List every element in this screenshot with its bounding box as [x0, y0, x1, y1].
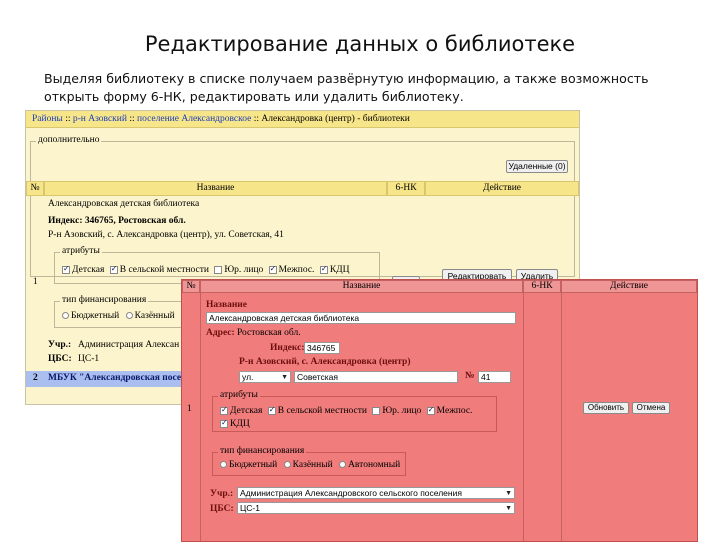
financing-row: Бюджетный Казённый Автономный — [220, 460, 400, 470]
row-number: 1 — [187, 404, 192, 414]
col-header-6nk: 6-НК — [523, 280, 561, 293]
cbs-label: ЦБС: — [48, 354, 72, 364]
attributes-row: Детская В сельской местности Юр. лицо Ме… — [62, 264, 350, 275]
library-name[interactable]: МБУК "Александровская посе — [48, 373, 181, 383]
library-name[interactable]: Александровская детская библиотека — [48, 199, 199, 209]
breadcrumb: Районы :: р-н Азовский :: поселение Алек… — [26, 111, 579, 128]
uchr-value: Администрация Алексан — [78, 340, 180, 350]
breadcrumb-separator: :: — [62, 114, 73, 124]
checkbox-kdc[interactable] — [319, 264, 328, 274]
checkbox-kdc[interactable] — [220, 418, 228, 428]
name-label: Название — [206, 300, 248, 310]
row-number: 1 — [33, 277, 38, 287]
radio-autonomous[interactable] — [339, 461, 347, 469]
radio-budget[interactable] — [220, 461, 227, 469]
column-divider — [561, 293, 562, 541]
col-header-action: Действие — [561, 280, 697, 293]
index-input[interactable]: 346765 — [304, 342, 340, 354]
checkbox-rural[interactable] — [267, 405, 276, 415]
additional-legend: дополнительно — [36, 135, 102, 145]
financing-budget-label: Бюджетный — [229, 460, 278, 470]
uchr-label: Учр.: — [48, 340, 72, 350]
checkbox-intersettlement[interactable] — [268, 264, 277, 274]
row-number: 2 — [33, 373, 38, 383]
breadcrumb-current: - библиотеки — [354, 114, 410, 124]
uchr-select[interactable]: Администрация Александровского сельского… — [237, 487, 515, 499]
breadcrumb-locality: Александровка (центр) — [261, 114, 355, 124]
breadcrumb-districts[interactable]: Районы — [32, 114, 63, 124]
attr-kdc-label: КДЦ — [230, 419, 250, 429]
col-header-action: Действие — [425, 181, 579, 196]
chevron-down-icon: ▼ — [505, 490, 512, 497]
cbs-select[interactable]: ЦС-1 ▼ — [237, 502, 515, 514]
financing-budget-label: Бюджетный — [71, 311, 120, 321]
attributes-row-2: КДЦ — [220, 418, 250, 429]
breadcrumb-settlement[interactable]: поселение Александровское — [137, 114, 251, 124]
checkbox-rural[interactable] — [109, 264, 118, 274]
uchr-label: Учр.: — [210, 489, 234, 499]
chevron-down-icon: ▼ — [281, 374, 288, 381]
address-label: Адрес: — [206, 328, 235, 338]
attr-legal-label: Юр. лицо — [382, 406, 422, 416]
column-divider — [523, 293, 524, 541]
checkbox-children[interactable] — [220, 405, 228, 415]
attributes-row: Детская В сельской местности Юр. лицо Ме… — [220, 405, 473, 416]
attr-kdc-label: КДЦ — [329, 265, 350, 275]
radio-state[interactable] — [283, 461, 291, 469]
street-type-value: ул. — [242, 372, 254, 382]
checkbox-intersettlement[interactable] — [426, 405, 435, 415]
house-input[interactable]: 41 — [478, 371, 511, 383]
financing-state-label: Казённый — [134, 311, 175, 321]
library-address: Р-н Азовский, с. Александровка (центр), … — [48, 230, 284, 240]
locality-value: Р-н Азовский, с. Александровка (центр) — [239, 357, 411, 367]
name-input[interactable]: Александровская детская библиотека — [206, 312, 516, 324]
cancel-button[interactable]: Отмена — [632, 402, 670, 414]
cbs-value: ЦС-1 — [78, 354, 100, 364]
financing-state-label: Казённый — [292, 460, 333, 470]
update-button[interactable]: Обновить — [583, 402, 629, 414]
attr-intersettlement-label: Межпос. — [278, 265, 315, 275]
region-value: Ростовская обл. — [237, 328, 301, 338]
cbs-label: ЦБС: — [210, 504, 234, 514]
radio-state[interactable] — [125, 312, 133, 320]
attr-children-label: Детская — [72, 265, 105, 275]
attr-legal-label: Юр. лицо — [224, 265, 264, 275]
index-label: Индекс: — [270, 343, 305, 353]
checkbox-children[interactable] — [62, 264, 70, 274]
cbs-value: ЦС-1 — [240, 503, 260, 513]
attr-children-label: Детская — [230, 406, 263, 416]
col-header-num: № — [182, 280, 200, 293]
col-header-num: № — [26, 181, 44, 196]
attributes-legend: атрибуты — [218, 390, 260, 400]
edit-library-window: № Название 6-НК Действие 1 Название Алек… — [181, 279, 698, 542]
attributes-legend: атрибуты — [60, 246, 102, 256]
street-type-select[interactable]: ул. ▼ — [239, 371, 291, 383]
checkbox-legal[interactable] — [214, 265, 223, 274]
financing-autonomous-label: Автономный — [348, 460, 401, 470]
deleted-button[interactable]: Удаленные (0) — [506, 160, 568, 173]
breadcrumb-separator: :: — [126, 114, 137, 124]
column-divider — [200, 293, 201, 541]
street-name-input[interactable]: Советская — [294, 371, 458, 383]
house-label: № — [465, 371, 475, 381]
financing-legend: тип финансирования — [60, 295, 149, 305]
chevron-down-icon: ▼ — [505, 505, 512, 512]
financing-legend: тип финансирования — [218, 446, 307, 456]
col-header-name: Название — [44, 181, 387, 196]
attr-rural-label: В сельской местности — [119, 265, 209, 275]
library-index: Индекс: 346765, Ростовская обл. — [48, 216, 186, 226]
breadcrumb-separator: :: — [251, 114, 262, 124]
attr-intersettlement-label: Межпос. — [436, 406, 473, 416]
slide-description: Выделяя библиотеку в списке получаем раз… — [44, 71, 649, 104]
breadcrumb-district[interactable]: р-н Азовский — [73, 114, 127, 124]
slide-title: Редактирование данных о библиотеке — [144, 32, 576, 56]
attr-rural-label: В сельской местности — [277, 406, 367, 416]
uchr-value: Администрация Александровского сельского… — [240, 488, 462, 498]
financing-row: Бюджетный Казённый — [62, 311, 175, 321]
col-header-name: Название — [200, 280, 523, 293]
radio-budget[interactable] — [62, 312, 69, 320]
col-header-6nk: 6-НК — [387, 181, 425, 196]
checkbox-legal[interactable] — [372, 406, 381, 415]
